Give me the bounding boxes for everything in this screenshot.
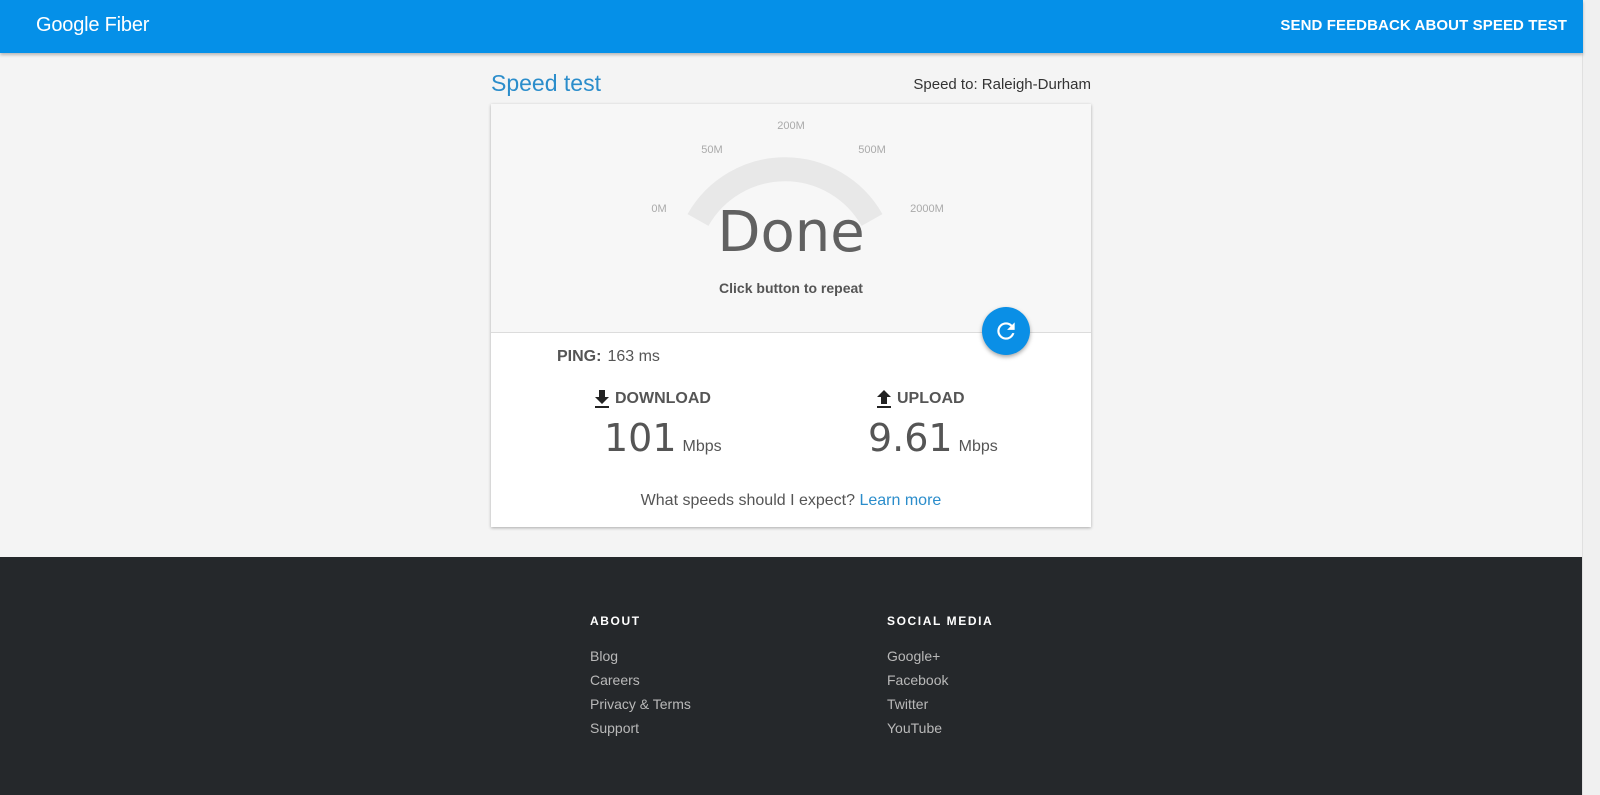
gauge-tick-3: 500M: [858, 144, 886, 156]
download-result: DOWNLOAD 101 Mbps: [595, 390, 795, 460]
gauge-tick-2: 200M: [777, 120, 805, 132]
ping-row: PING: 163 ms: [557, 348, 660, 366]
footer-link-blog[interactable]: Blog: [590, 648, 691, 665]
upload-unit: Mbps: [958, 438, 998, 455]
footer-link-privacy-terms[interactable]: Privacy & Terms: [590, 696, 691, 713]
footer: ABOUT Blog Careers Privacy & Terms Suppo…: [0, 557, 1583, 795]
test-status: Done: [717, 200, 865, 265]
download-heading: DOWNLOAD: [595, 390, 795, 408]
gauge-panel: 0M 50M 200M 500M 2000M Done Click button…: [491, 104, 1091, 333]
ping-label: PING:: [557, 348, 602, 365]
footer-social-column: SOCIAL MEDIA Google+ Facebook Twitter Yo…: [887, 614, 993, 744]
footer-link-youtube[interactable]: YouTube: [887, 720, 993, 737]
expectation-text: What speeds should I expect?: [640, 492, 856, 509]
upload-label: UPLOAD: [897, 390, 965, 407]
send-feedback-link[interactable]: SEND FEEDBACK ABOUT SPEED TEST: [1280, 17, 1567, 34]
gauge-tick-1: 50M: [701, 144, 723, 156]
download-value: 101: [604, 416, 677, 460]
repeat-hint: Click button to repeat: [719, 280, 863, 296]
upload-result: UPLOAD 9.61 Mbps: [868, 390, 1077, 460]
download-unit: Mbps: [682, 438, 722, 455]
upload-value: 9.61: [868, 416, 953, 460]
speed-test-card: 0M 50M 200M 500M 2000M Done Click button…: [491, 104, 1091, 527]
speed-to-location: Speed to: Raleigh-Durham: [913, 76, 1091, 93]
google-fiber-logo[interactable]: Google Fiber: [36, 14, 149, 37]
learn-more-link[interactable]: Learn more: [859, 492, 941, 509]
vertical-scrollbar[interactable]: [1582, 0, 1600, 795]
footer-social-heading: SOCIAL MEDIA: [887, 614, 994, 628]
footer-link-support[interactable]: Support: [590, 720, 691, 737]
top-bar: Google Fiber SEND FEEDBACK ABOUT SPEED T…: [0, 0, 1583, 53]
download-icon: [595, 390, 609, 408]
download-value-row: 101 Mbps: [604, 416, 795, 460]
upload-icon: [877, 390, 891, 408]
refresh-icon: [997, 322, 1015, 340]
repeat-test-button[interactable]: [982, 307, 1030, 355]
footer-link-google-plus[interactable]: Google+: [887, 648, 993, 665]
page: Google Fiber SEND FEEDBACK ABOUT SPEED T…: [0, 0, 1583, 795]
page-title: Speed test: [491, 70, 601, 96]
footer-link-facebook[interactable]: Facebook: [887, 672, 993, 689]
download-label: DOWNLOAD: [615, 390, 711, 407]
footer-about-column: ABOUT Blog Careers Privacy & Terms Suppo…: [590, 614, 691, 744]
upload-heading: UPLOAD: [877, 390, 1077, 408]
ping-value: 163 ms: [607, 348, 660, 365]
expectation-row: What speeds should I expect? Learn more: [491, 492, 1091, 510]
footer-about-heading: ABOUT: [590, 614, 641, 628]
upload-value-row: 9.61 Mbps: [868, 416, 1077, 460]
footer-link-twitter[interactable]: Twitter: [887, 696, 993, 713]
footer-link-careers[interactable]: Careers: [590, 672, 691, 689]
